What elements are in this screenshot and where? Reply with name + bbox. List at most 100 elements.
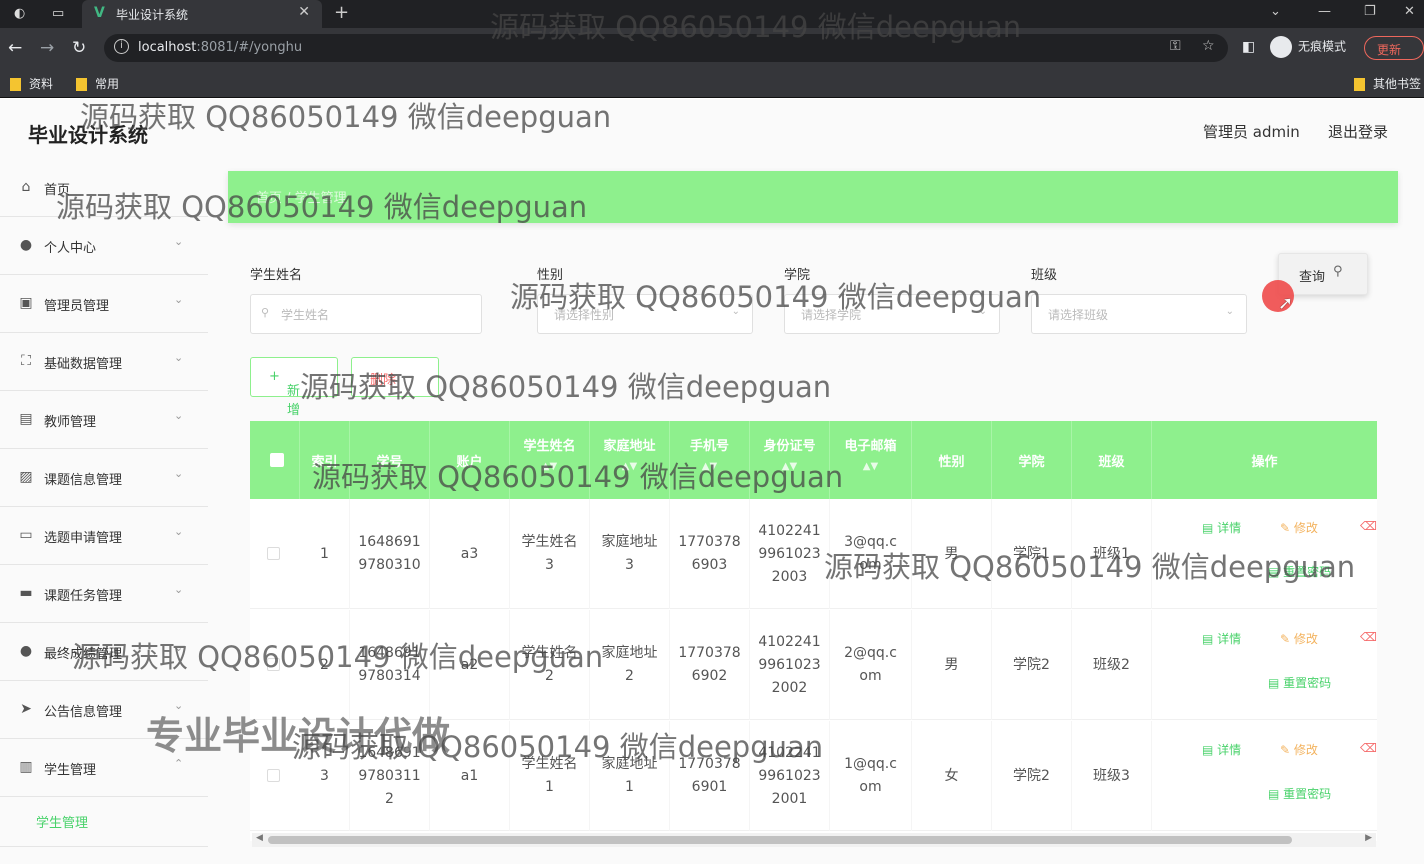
cell-sno: 1648691 9780314 (350, 610, 430, 720)
cell-addr: 家庭地址 3 (590, 499, 670, 609)
sidebar-item-profile[interactable]: ● 个人中心 ⌄ (0, 217, 208, 275)
header-address[interactable]: 家庭地址 ▲▼ (590, 421, 670, 499)
logout-link[interactable]: 退出登录 (1328, 121, 1388, 142)
college-filter-label: 学院 (784, 268, 811, 283)
incognito-icon (1270, 36, 1292, 58)
chevron-down-icon: ⌄ (174, 467, 184, 480)
horizontal-scrollbar[interactable]: ◀ ▶ (252, 833, 1376, 847)
sidebar-item-basedata[interactable]: ⛶ 基础数据管理 ⌄ (0, 333, 208, 391)
header-name[interactable]: 学生姓名 ▲▼ (510, 421, 590, 499)
add-button[interactable]: + 新增 (250, 357, 338, 418)
header-class[interactable]: 班级 (1072, 421, 1152, 499)
delete-row-icon[interactable]: ⌫ (1360, 519, 1377, 533)
cell-name: 学生姓名 3 (510, 499, 590, 609)
reload-icon[interactable]: ↻ (72, 38, 86, 58)
chevron-down-icon: ⌄ (174, 641, 184, 654)
key-icon[interactable]: ⚿ (1170, 38, 1181, 54)
reset-password-button-label: 重置密码 (1283, 787, 1332, 801)
detail-button[interactable]: ▤ 详情 (1202, 630, 1241, 647)
sidebar-subitem-students[interactable]: 学生管理 (0, 797, 208, 847)
cell-phone: 1770378 6903 (670, 499, 750, 609)
side-panel-icon[interactable]: ◧ (1242, 39, 1255, 55)
name-filter-input[interactable]: ⚲ 学生姓名 (250, 294, 482, 334)
header-phone[interactable]: 手机号 ▲▼ (670, 421, 750, 499)
forward-icon[interactable]: → (40, 38, 54, 58)
row-checkbox[interactable] (267, 769, 280, 782)
bookmark-folder-2[interactable]: 常用 (76, 75, 119, 92)
other-bookmarks[interactable]: 其他书签 (1354, 75, 1421, 92)
minimize-icon[interactable]: — (1318, 4, 1331, 19)
header-account[interactable]: 账户 (430, 421, 510, 499)
address-bar: ← → ↻ i localhost:8081/#/yonghu ⚿ ☆ ◧ 无痕… (0, 28, 1424, 68)
sidebar-item-admins[interactable]: ▣ 管理员管理 ⌄ (0, 275, 208, 333)
new-tab-icon[interactable]: + (334, 2, 349, 23)
header-checkbox-cell (250, 421, 300, 499)
query-button-label: 查询 (1299, 270, 1326, 285)
delete-button-label: 删除 (370, 373, 397, 388)
header-idcard[interactable]: 身份证号 ▲▼ (750, 421, 830, 499)
sidebar-item-home[interactable]: ⌂ 首页 (0, 159, 208, 217)
row-checkbox[interactable] (267, 547, 280, 560)
chevron-down-icon: ⌄ (978, 306, 987, 317)
edit-button[interactable]: ✎ 修改 (1280, 519, 1318, 536)
sidebar-item-label: 教师管理 (44, 415, 97, 430)
close-tab-icon[interactable]: ✕ (298, 4, 310, 20)
cell-name: 学生姓名 2 (510, 610, 590, 720)
header-sno[interactable]: 学号 (350, 421, 430, 499)
browser-tab[interactable]: V 毕业设计系统 ✕ (82, 0, 322, 28)
reset-password-button[interactable]: ▤ 重置密码 (1268, 563, 1331, 580)
url-text[interactable]: localhost:8081/#/yonghu (138, 40, 302, 55)
sidebar-item-teachers[interactable]: ▤ 教师管理 ⌄ (0, 391, 208, 449)
folder-icon (76, 78, 87, 91)
edit-button[interactable]: ✎ 修改 (1280, 630, 1318, 647)
incognito-badge[interactable]: 无痕模式 (1270, 36, 1346, 58)
document-icon: ▤ (1202, 632, 1218, 646)
detail-button[interactable]: ▤ 详情 (1202, 519, 1241, 536)
sidebar-item-grades[interactable]: ● 最终成绩管理 ⌄ (0, 623, 208, 681)
site-info-icon[interactable]: i (114, 39, 129, 54)
gender-select[interactable]: 请选择性别 ⌄ (537, 294, 753, 334)
url-box[interactable]: i localhost:8081/#/yonghu ⚿ ☆ (104, 34, 1228, 62)
update-button[interactable]: 更新 (1364, 36, 1424, 60)
cell-index: 1 (300, 499, 350, 609)
bookmark-folder-1[interactable]: 资料 (10, 75, 53, 92)
header-index[interactable]: 索引 (300, 421, 350, 499)
edit-button[interactable]: ✎ 修改 (1280, 741, 1318, 758)
close-window-icon[interactable]: ✕ (1404, 4, 1415, 19)
sort-icon: ▲▼ (701, 461, 718, 472)
scroll-right-icon[interactable]: ▶ (1365, 833, 1372, 843)
college-select[interactable]: 请选择学院 ⌄ (784, 294, 1000, 334)
sidebar-item-applications[interactable]: ▭ 选题申请管理 ⌄ (0, 507, 208, 565)
edit-button-label: 修改 (1293, 743, 1318, 757)
sidebar-item-tasks[interactable]: ▬ 课题任务管理 ⌄ (0, 565, 208, 623)
monitor-icon: ▬ (19, 585, 33, 601)
tab-list-icon[interactable]: ▭ (52, 6, 64, 21)
cell-account: a2 (430, 610, 510, 720)
class-select[interactable]: 请选择班级 ⌄ (1031, 294, 1247, 334)
gender-filter-label: 性别 (537, 268, 564, 283)
row-checkbox[interactable] (267, 658, 280, 671)
star-icon[interactable]: ☆ (1202, 38, 1215, 54)
edit-button-label: 修改 (1293, 632, 1318, 646)
delete-row-icon[interactable]: ⌫ (1360, 630, 1377, 644)
delete-row-icon[interactable]: ⌫ (1360, 741, 1377, 755)
scrollbar-thumb[interactable] (268, 836, 1292, 844)
tab-search-icon[interactable]: ⌄ (1270, 4, 1281, 19)
document-icon: ▤ (1268, 787, 1284, 801)
students-table: 索引 学号 账户 学生姓名 ▲▼ 家庭地址 ▲▼ 手机号 ▲▼ 身份证号 ▲▼ 电子邮箱… (250, 421, 1377, 841)
scroll-left-icon[interactable]: ◀ (256, 833, 263, 843)
reset-password-button-label: 重置密码 (1283, 565, 1332, 579)
browser-menu-icon[interactable]: ◐ (14, 6, 25, 21)
sidebar-item-topics[interactable]: ▨ 课题信息管理 ⌄ (0, 449, 208, 507)
header-gender[interactable]: 性别 (912, 421, 992, 499)
current-user: 管理员 admin (1203, 123, 1300, 141)
maximize-icon[interactable]: ❐ (1364, 4, 1376, 19)
delete-button[interactable]: 删除 (351, 357, 439, 397)
header-college[interactable]: 学院 (992, 421, 1072, 499)
select-all-checkbox[interactable] (270, 453, 284, 467)
back-icon[interactable]: ← (8, 38, 22, 58)
detail-button[interactable]: ▤ 详情 (1202, 741, 1241, 758)
reset-password-button[interactable]: ▤ 重置密码 (1268, 674, 1331, 691)
header-email[interactable]: 电子邮箱 ▲▼ (830, 421, 912, 499)
reset-password-button[interactable]: ▤ 重置密码 (1268, 785, 1331, 802)
